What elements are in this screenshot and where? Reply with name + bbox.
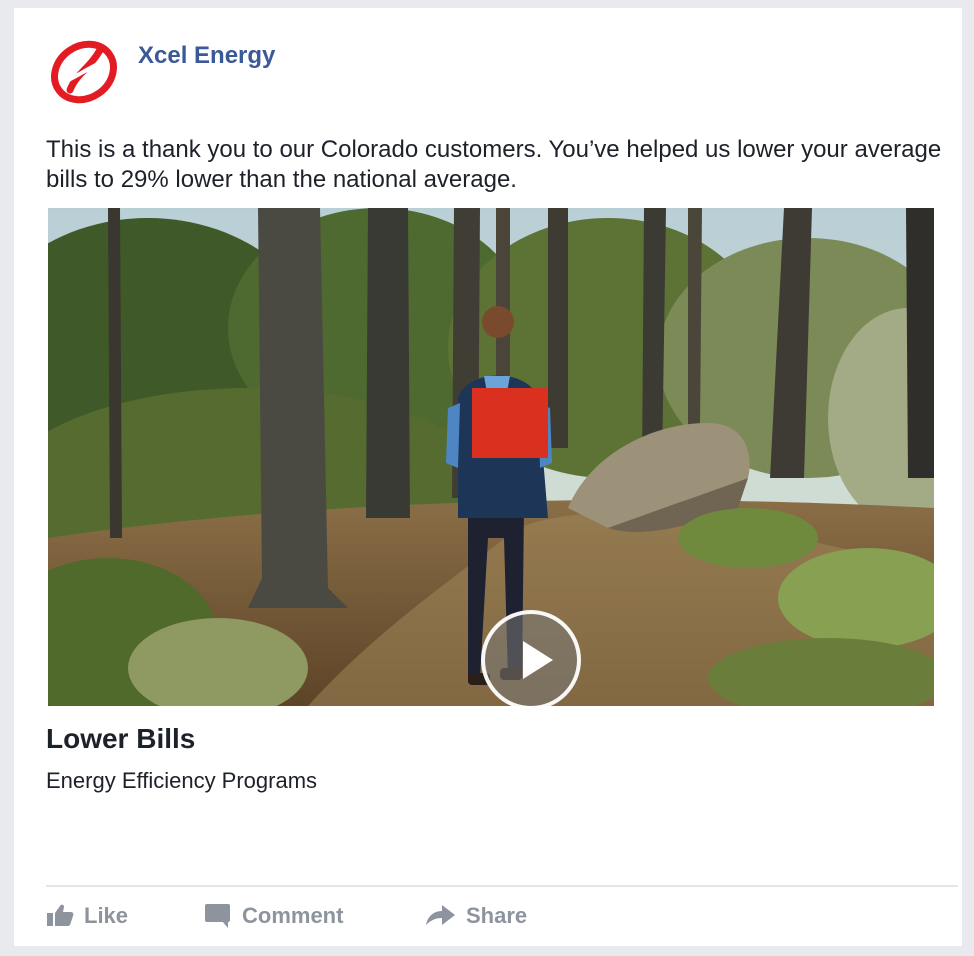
post-message: This is a thank you to our Colorado cust… [46,136,942,193]
share-button[interactable]: Share [424,901,554,931]
divider [46,885,958,887]
comment-icon [205,904,230,928]
comment-label: Comment [242,903,344,928]
video-thumbnail[interactable] [48,208,934,706]
play-icon [523,641,553,679]
share-arrow-icon [426,905,455,925]
page-name-link[interactable]: Xcel Energy [138,42,275,70]
like-button[interactable]: Like [46,901,156,931]
link-title[interactable]: Lower Bills [46,723,195,755]
share-label: Share [466,903,528,928]
comment-button[interactable]: Comment [204,901,374,931]
xcel-energy-logo[interactable] [50,38,118,106]
like-label: Like [84,903,129,928]
play-button[interactable] [481,610,581,706]
thumbs-up-icon [47,904,74,926]
link-subtitle: Energy Efficiency Programs [46,768,318,793]
post-card: Xcel Energy This is a thank you to our C… [14,8,962,946]
